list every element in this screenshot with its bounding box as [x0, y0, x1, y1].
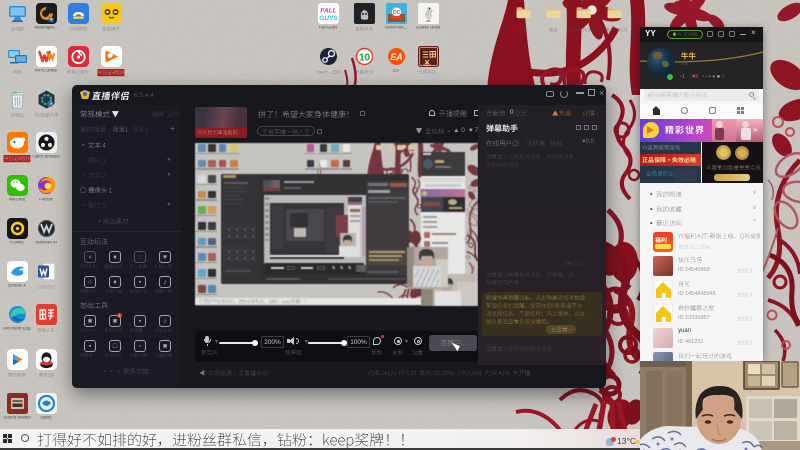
svg-text:EA: EA — [390, 52, 403, 62]
svg-text:GUYS: GUYS — [319, 15, 338, 22]
svg-text:10: 10 — [358, 53, 370, 64]
svg-text:OC: OC — [392, 10, 400, 16]
svg-text:FALL: FALL — [320, 8, 336, 15]
